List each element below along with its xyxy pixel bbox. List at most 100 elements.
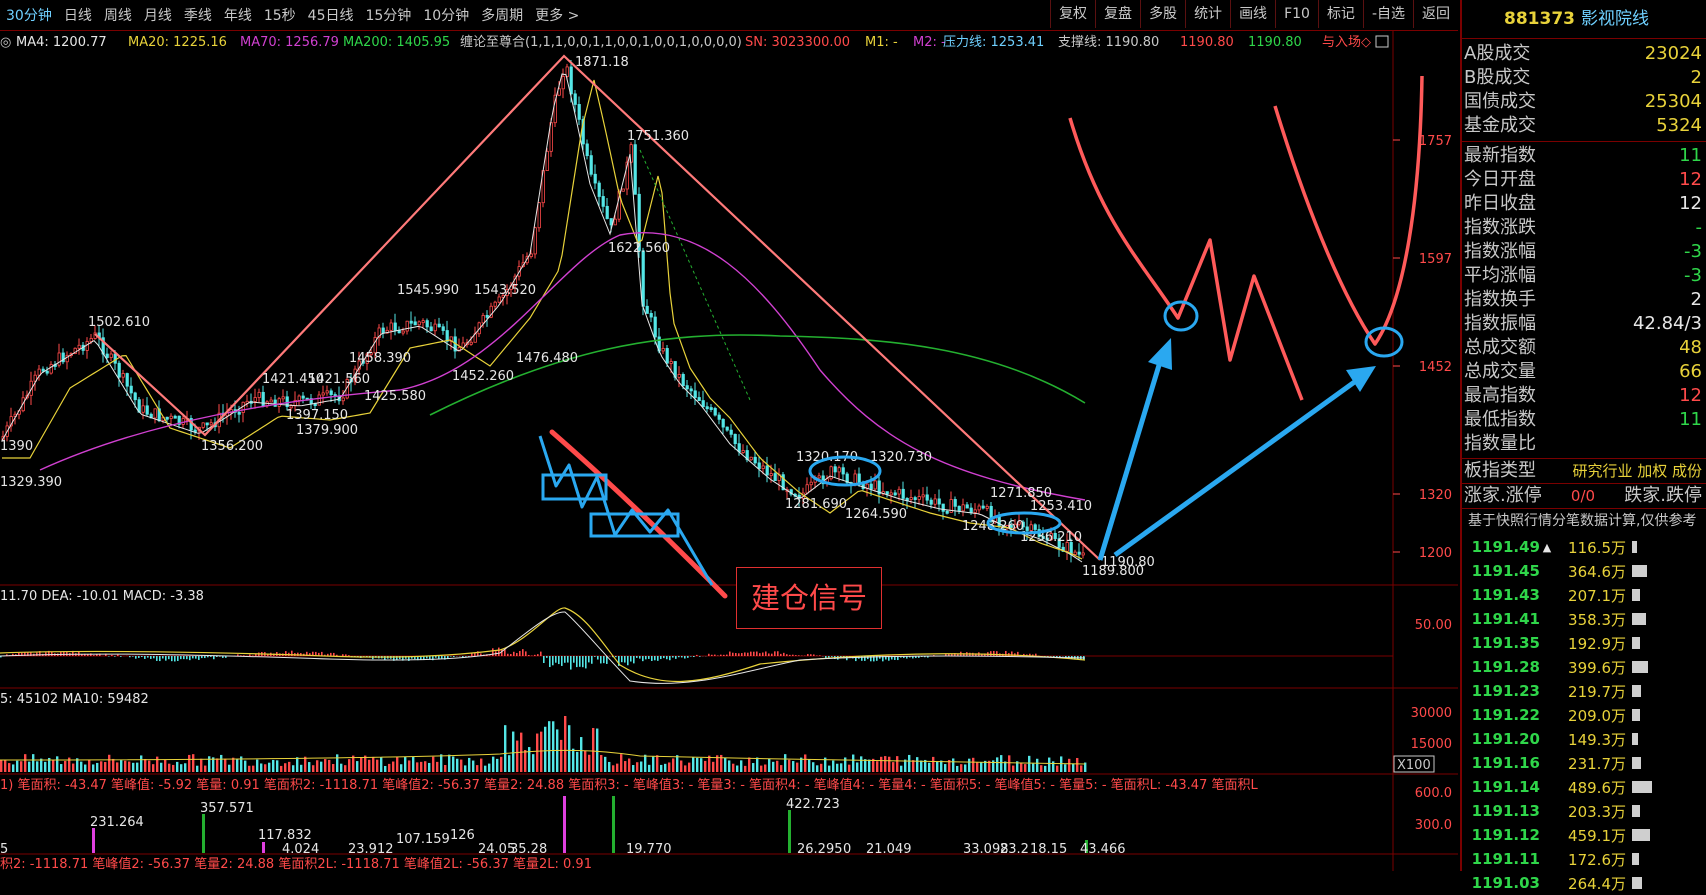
volume-bar	[320, 762, 322, 772]
timeframe-tab[interactable]: 30分钟	[0, 5, 58, 25]
stat-value: 11	[1679, 408, 1702, 432]
timeframe-tab[interactable]: 15分钟	[359, 5, 417, 25]
macd-bar	[522, 649, 524, 656]
price-tick: 1320	[1419, 488, 1452, 503]
volume-bar	[376, 760, 378, 772]
tick-volume: 231.7万	[1554, 753, 1626, 774]
timeframe-tab[interactable]: 月线	[138, 5, 178, 25]
macd-bar	[567, 656, 569, 663]
tick-price: 1191.20	[1462, 730, 1540, 748]
candle-body	[402, 331, 404, 333]
candle-body	[602, 196, 604, 206]
tick-volume-bar	[1632, 637, 1640, 649]
volume-bar	[36, 761, 38, 772]
macd-bar	[798, 655, 800, 656]
macd-bar	[186, 656, 188, 659]
volume-bar	[44, 762, 46, 772]
stat-label: 指数量比	[1464, 432, 1536, 456]
timeframe-tab[interactable]: 周线	[98, 5, 138, 25]
stat-value: 2	[1691, 288, 1702, 312]
tick-volume: 489.6万	[1554, 777, 1626, 798]
candle-body	[758, 463, 760, 469]
candle-body	[342, 398, 344, 401]
volume-bar	[452, 756, 454, 772]
candle-body	[58, 353, 60, 365]
instrument-name: 影视院线	[1581, 9, 1649, 29]
timeframe-tab[interactable]: 10分钟	[417, 5, 475, 25]
macd-bar	[585, 656, 587, 668]
volume-scale-label: X100	[1397, 758, 1431, 773]
candle-body	[1074, 552, 1076, 554]
timeframe-tab[interactable]: 日线	[58, 5, 98, 25]
tool-button[interactable]: -自选	[1363, 0, 1413, 28]
bi-value-label: 5	[0, 842, 8, 857]
macd-bar	[330, 653, 332, 656]
volume-bars	[0, 716, 1086, 772]
macd-bar	[345, 654, 347, 656]
timeframe-tab[interactable]: 年线	[218, 5, 258, 25]
board-type-value[interactable]: 研究行业 加权 成份	[1572, 459, 1702, 483]
tool-button[interactable]: 复盘	[1095, 0, 1140, 28]
volume-bar	[1052, 761, 1054, 772]
volume-bar	[12, 764, 14, 772]
volume-bar	[456, 759, 458, 772]
volume-bar	[444, 765, 446, 772]
tool-button[interactable]: 标记	[1318, 0, 1363, 28]
candle-body	[570, 67, 572, 94]
stat-label: 指数换手	[1464, 288, 1536, 312]
macd-bar	[993, 651, 995, 656]
candle-body	[706, 407, 708, 409]
macd-bar	[795, 655, 797, 656]
timeframe-tab[interactable]: 更多 >	[529, 5, 585, 25]
tool-button[interactable]: 返回	[1413, 0, 1458, 28]
volume-bar	[1044, 766, 1046, 772]
tool-button[interactable]: 复权	[1050, 0, 1095, 28]
window-toggle-icon[interactable]	[1376, 36, 1388, 47]
volume-bar	[740, 760, 742, 772]
volume-bar	[348, 759, 350, 772]
volume-bar	[304, 757, 306, 772]
tool-button[interactable]: 画线	[1230, 0, 1275, 28]
tool-button[interactable]: 统计	[1185, 0, 1230, 28]
volume-bar	[124, 761, 126, 772]
drawn-projection-left	[1070, 118, 1302, 400]
volume-bar	[932, 757, 934, 772]
m2-label: M2: -	[913, 35, 946, 50]
chart-area[interactable]: ◎ MA4: 1200.77 MA20: 1225.16 MA70: 1256.…	[0, 31, 1458, 871]
macd-bar	[498, 648, 500, 656]
timeframe-tab[interactable]: 多周期	[475, 5, 529, 25]
candle-body	[918, 497, 920, 500]
volume-bar	[372, 757, 374, 772]
tick-volume: 264.4万	[1554, 873, 1626, 894]
candle-body	[282, 397, 284, 399]
candle-body	[578, 104, 580, 119]
volume-bar	[196, 766, 198, 772]
macd-bar	[714, 655, 716, 656]
candle-body	[330, 391, 332, 395]
drawn-blue-box	[591, 514, 678, 536]
tick-volume: 192.9万	[1554, 633, 1626, 654]
price-label: 1421.560	[308, 372, 370, 387]
candle-body	[938, 499, 940, 504]
kline-chart[interactable]: ◎ MA4: 1200.77 MA20: 1225.16 MA70: 1256.…	[0, 31, 1458, 871]
macd-bar	[597, 656, 599, 660]
volume-bar	[964, 764, 966, 772]
stat-value: 42.84/3	[1633, 312, 1702, 336]
tool-button[interactable]: 多股	[1140, 0, 1185, 28]
candle-body	[742, 451, 744, 453]
timeframe-tab[interactable]: 15秒	[258, 5, 302, 25]
tick-volume-bar	[1632, 589, 1640, 601]
price-label: 1390	[0, 439, 33, 454]
tool-button[interactable]: F10	[1275, 0, 1318, 28]
candle-body	[238, 412, 240, 414]
macd-bar	[687, 656, 689, 658]
macd-bar	[165, 656, 167, 661]
volume-bar	[936, 761, 938, 772]
candle-body	[1082, 553, 1084, 555]
instrument-title[interactable]: 881373影视院线	[1462, 0, 1706, 39]
macd-bar	[207, 656, 209, 657]
timeframe-tab[interactable]: 45日线	[302, 5, 360, 25]
tick-list[interactable]: 1191.49▲116.5万1191.45364.6万1191.43207.1万…	[1462, 533, 1706, 895]
candle-body	[682, 374, 684, 385]
timeframe-tab[interactable]: 季线	[178, 5, 218, 25]
